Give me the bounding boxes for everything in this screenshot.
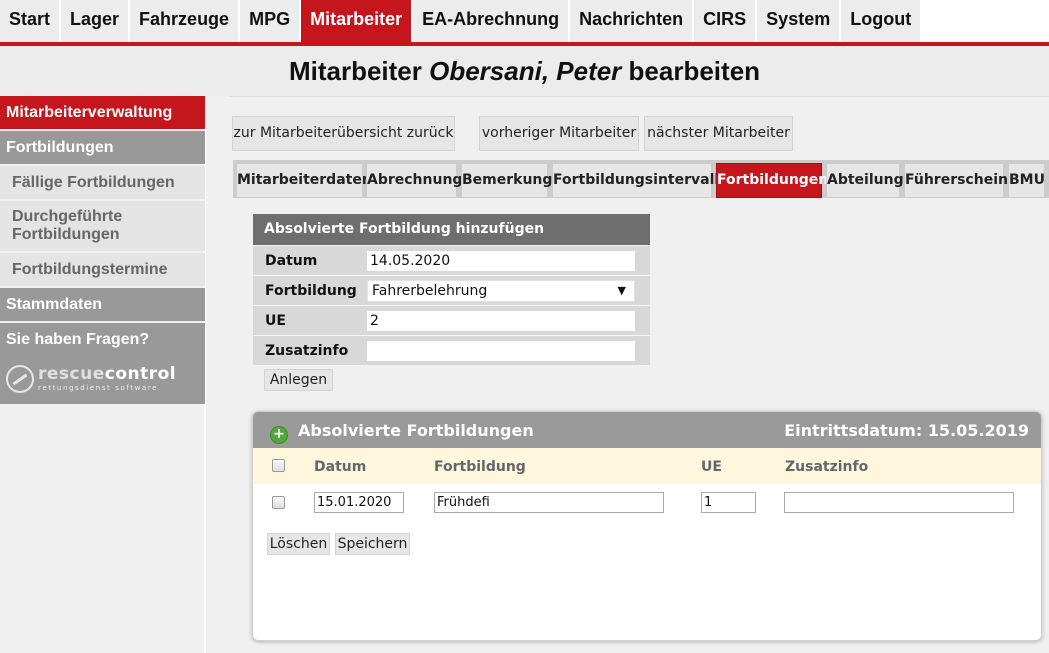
entry-date: Eintrittsdatum: 15.05.2019	[784, 421, 1029, 440]
rescuecontrol-logo: rescuecontrol rettungsdienst software	[0, 356, 205, 404]
nav-lager[interactable]: Lager	[61, 0, 129, 42]
column-datum: Datum	[314, 459, 367, 475]
table-header: Datum Fortbildung UE Zusatzinfo	[253, 448, 1041, 484]
tab-bemerkung[interactable]: Bemerkung	[461, 163, 552, 198]
form-row-zusatzinfo: Zusatzinfo	[253, 335, 650, 365]
main-divider	[229, 96, 1049, 97]
form-row-ue: UE 2	[253, 305, 650, 335]
row-zusatzinfo-input[interactable]	[784, 492, 1014, 513]
anlegen-button[interactable]: Anlegen	[264, 369, 333, 391]
logo-subline: rettungsdienst software	[38, 384, 159, 392]
tab-mitarbeiterdaten[interactable]: Mitarbeiterdaten	[236, 163, 372, 198]
logo-word-b: control	[104, 364, 177, 384]
add-form-heading: Absolvierte Fortbildung hinzufügen	[253, 214, 650, 245]
ue-input[interactable]: 2	[367, 311, 635, 331]
top-navigation: Start Lager Fahrzeuge MPG Mitarbeiter EA…	[0, 0, 1049, 46]
dropdown-arrow-icon: ▼	[617, 284, 626, 297]
sidebar-item-fragen[interactable]: Sie haben Fragen?	[0, 323, 205, 356]
fortbildung-select-value: Fahrerbelehrung	[372, 283, 488, 299]
nav-start[interactable]: Start	[0, 0, 60, 42]
ue-label: UE	[265, 313, 286, 329]
column-fortbildung: Fortbildung	[434, 459, 526, 475]
zusatzinfo-input[interactable]	[367, 341, 635, 361]
table-row: 15.01.2020 Frühdefi 1	[253, 484, 1041, 524]
row-datum-input[interactable]: 15.01.2020	[314, 492, 404, 513]
column-ue: UE	[701, 459, 722, 475]
sidebar-item-fortbildungen[interactable]: Fortbildungen	[0, 131, 205, 164]
datum-input[interactable]: 14.05.2020	[367, 251, 635, 271]
nav-mpg[interactable]: MPG	[240, 0, 300, 42]
nav-mitarbeiter[interactable]: Mitarbeiter	[301, 0, 412, 42]
column-zusatzinfo: Zusatzinfo	[785, 459, 869, 475]
tab-abrechnung[interactable]: Abrechnung	[366, 163, 462, 198]
tab-fortbildungen[interactable]: Fortbildungen	[716, 163, 828, 198]
nav-cirs[interactable]: CIRS	[694, 0, 756, 42]
fortbildung-select[interactable]: Fahrerbelehrung ▼	[367, 280, 635, 302]
add-training-form: Absolvierte Fortbildung hinzufügen Datum…	[253, 214, 650, 365]
panel-title: Absolvierte Fortbildungen	[298, 421, 534, 440]
logo-word-a: rescue	[38, 364, 105, 384]
next-employee-button[interactable]: nächster Mitarbeiter	[644, 116, 793, 151]
tab-fortbildungsintervalle[interactable]: Fortbildungsintervalle	[552, 163, 729, 198]
sidebar-item-fortbildungstermine[interactable]: Fortbildungstermine	[0, 253, 205, 286]
page-title-prefix: Mitarbeiter	[288, 56, 422, 86]
form-row-datum: Datum 14.05.2020	[253, 245, 650, 275]
fortbildung-label: Fortbildung	[265, 283, 357, 299]
logo-wordmark: rescuecontrol	[38, 364, 176, 384]
page-title-suffix: bearbeiten	[628, 56, 761, 86]
nav-nachrichten[interactable]: Nachrichten	[570, 0, 693, 42]
page-title-name: Obersani, Peter	[429, 56, 622, 86]
form-row-fortbildung: Fortbildung Fahrerbelehrung ▼	[253, 275, 650, 305]
row-checkbox[interactable]	[272, 496, 285, 509]
datum-label: Datum	[265, 253, 318, 269]
tab-bmu[interactable]: BMU	[1008, 163, 1045, 198]
page-title: Mitarbeiter Obersani, Peter bearbeiten	[0, 46, 1049, 96]
nav-logout[interactable]: Logout	[841, 0, 921, 42]
sidebar-item-stammdaten[interactable]: Stammdaten	[0, 288, 205, 321]
nav-ea-abrechnung[interactable]: EA-Abrechnung	[413, 0, 569, 42]
sidebar-item-mitarbeiterverwaltung[interactable]: Mitarbeiterverwaltung	[0, 96, 205, 129]
zusatzinfo-label: Zusatzinfo	[265, 343, 349, 359]
speichern-button[interactable]: Speichern	[335, 533, 410, 555]
loeschen-button[interactable]: Löschen	[267, 533, 330, 555]
add-plus-icon[interactable]: +	[270, 426, 288, 444]
nav-fahrzeuge[interactable]: Fahrzeuge	[130, 0, 239, 42]
nav-system[interactable]: System	[757, 0, 840, 42]
select-all-checkbox[interactable]	[272, 459, 285, 472]
panel-header: + Absolvierte Fortbildungen Eintrittsdat…	[253, 412, 1041, 448]
completed-trainings-panel: + Absolvierte Fortbildungen Eintrittsdat…	[252, 411, 1042, 641]
tab-abteilung[interactable]: Abteilung	[826, 163, 904, 198]
sidebar-item-durchgefuehrte-fortbildungen[interactable]: Durchgeführte Fortbildungen	[0, 201, 205, 251]
row-ue-input[interactable]: 1	[701, 492, 756, 513]
sidebar-item-faellige-fortbildungen[interactable]: Fällige Fortbildungen	[0, 166, 205, 199]
logo-mark-icon	[6, 365, 34, 393]
row-fortbildung-input[interactable]: Frühdefi	[434, 492, 664, 513]
sidebar: Mitarbeiterverwaltung Fortbildungen Fäll…	[0, 96, 206, 653]
previous-employee-button[interactable]: vorheriger Mitarbeiter	[479, 116, 639, 151]
back-to-overview-button[interactable]: zur Mitarbeiterübersicht zurück	[232, 116, 455, 151]
tab-fuehrerschein[interactable]: Führerschein	[904, 163, 1008, 198]
